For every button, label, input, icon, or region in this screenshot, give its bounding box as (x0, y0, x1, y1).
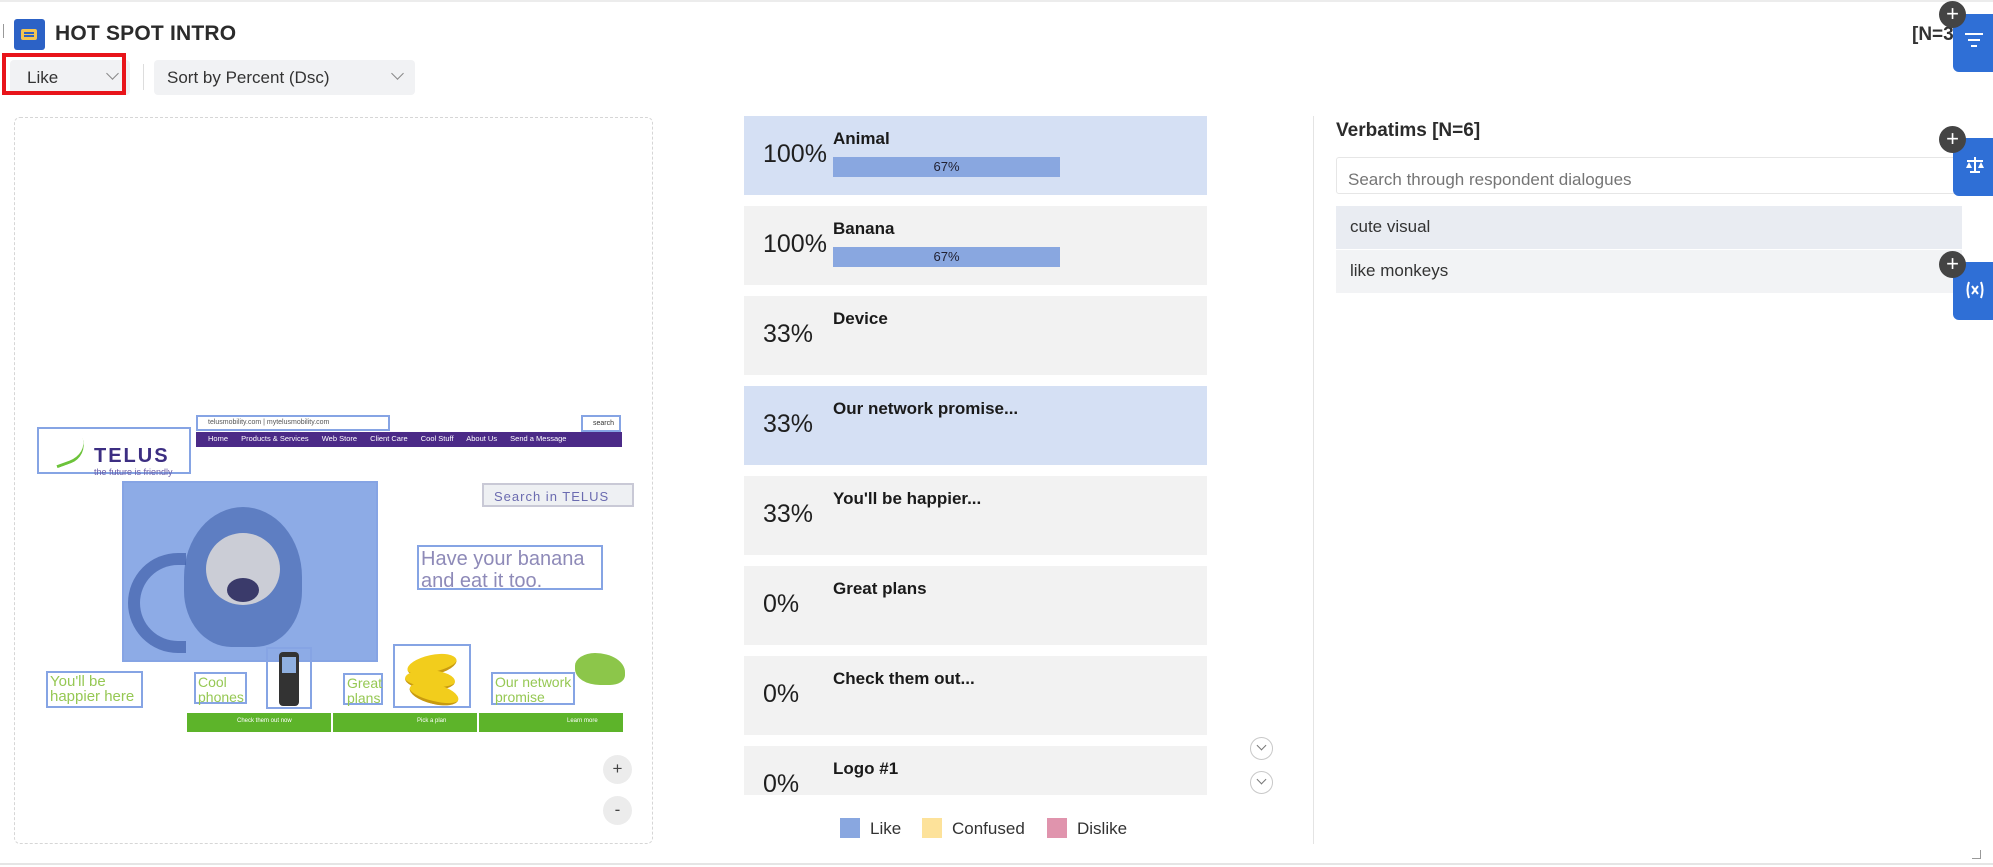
filter-icon (1965, 33, 1983, 47)
hotspot-percent: 33% (763, 320, 814, 348)
hotspot-like-bar: 67% (833, 157, 1060, 177)
legend-item-dislike: Dislike (1047, 818, 1127, 839)
page-title: HOT SPOT INTRO (55, 22, 237, 45)
phone-image (279, 652, 299, 706)
hotspot-app-icon (14, 19, 45, 50)
hotspot-like-bar: 67% (833, 247, 1060, 267)
verbatim-item[interactable]: cute visual (1336, 206, 1962, 249)
hotspot-animal[interactable] (122, 481, 378, 662)
legend-label: Like (870, 819, 902, 838)
green-bar-divider (331, 713, 333, 732)
legend-swatch-dislike (1047, 818, 1067, 838)
hotspot-percent: 0% (763, 590, 800, 618)
stimulus-url-bar: telusmobility.com | mytelusmobility.com (196, 415, 390, 431)
legend-label: Dislike (1077, 819, 1128, 838)
sort-dropdown[interactable]: Sort by Percent (Dsc) (154, 60, 415, 95)
add-filter-button[interactable]: + (1939, 1, 1966, 28)
legend-swatch-like (840, 818, 860, 838)
hotspot-label: Banana (833, 219, 895, 238)
canada-map-image (575, 653, 625, 685)
hotspot-row[interactable]: 100% Banana 67% (744, 206, 1207, 285)
stimulus-nav-item: Client Care (370, 434, 408, 443)
telus-swoosh-logo (50, 437, 90, 469)
scroll-bottom-icon[interactable] (1250, 771, 1273, 794)
stimulus-nav-item: Home (208, 434, 229, 443)
hotspot-label: Animal (833, 129, 890, 148)
add-variable-button[interactable]: + (1939, 251, 1966, 278)
resize-handle-icon[interactable] (1972, 850, 1981, 859)
stimulus-green-button-label: Learn more (567, 718, 598, 724)
chevron-down-icon (391, 67, 404, 80)
hotspot-label: Great plans (833, 579, 927, 598)
stimulus-nav-bar: Home Products & Services Web Store Clien… (196, 432, 622, 447)
hotspot-row[interactable]: 33% Device (744, 296, 1207, 375)
stimulus-nav-item: Send a Message (510, 434, 567, 443)
left-edge-marker (3, 24, 4, 38)
panel-divider (1313, 116, 1314, 844)
hotspot-row[interactable]: 33% You'll be happier... (744, 476, 1207, 555)
zoom-out-button[interactable]: - (603, 796, 632, 825)
bottom-divider (0, 863, 1993, 865)
stimulus-nav-item: Cool Stuff (420, 434, 454, 443)
hotspot-row[interactable]: 0% Logo #1 (744, 746, 1207, 795)
green-bar-divider (477, 713, 479, 732)
balance-scale-icon (1966, 157, 1984, 173)
hotspot-percent: 100% (763, 140, 827, 168)
hotspot-percent: 33% (763, 410, 814, 438)
hotspot-label: Logo #1 (833, 759, 899, 778)
stimulus-green-button-label: Check them out now (237, 718, 292, 724)
stimulus-green-button-label: Pick a plan (417, 718, 447, 724)
scroll-down-icon[interactable] (1250, 737, 1273, 760)
hotspot-network-promise[interactable]: Our network promise (491, 672, 575, 705)
hotspot-label: Device (833, 309, 888, 328)
hotspot-happier[interactable]: You'll be happier here (46, 671, 143, 708)
hotspot-row[interactable]: 0% Check them out... (744, 656, 1207, 735)
stimulus-green-button-bar: Check them out now Pick a plan Learn mor… (187, 713, 623, 732)
hotspot-logo[interactable]: TELUS the future is friendly (37, 427, 191, 477)
telus-tagline: the future is friendly (94, 467, 173, 477)
hotspot-row[interactable]: 0% Great plans (744, 566, 1207, 645)
stimulus-search-button: search (581, 415, 621, 432)
hotspot-row[interactable]: 100% Animal 67% (744, 116, 1207, 195)
hotspot-device[interactable] (266, 647, 312, 709)
hotspot-percent: 33% (763, 500, 814, 528)
legend-label: Confused (952, 819, 1025, 838)
hotspot-cool-phones[interactable]: Cool phones (194, 672, 247, 705)
toolbar-separator (143, 64, 144, 90)
add-compare-button[interactable]: + (1939, 126, 1966, 153)
hotspot-percent: 0% (763, 680, 800, 708)
hotspot-label: Our network promise... (833, 399, 1019, 418)
verbatim-item[interactable]: like monkeys (1336, 250, 1962, 293)
stimulus-webpage-image[interactable]: TELUS the future is friendly telusmobili… (35, 415, 635, 735)
hotspot-great-plans[interactable]: Great plans (343, 673, 383, 706)
hotspot-label: Check them out... (833, 669, 975, 688)
monkey-mouth (227, 578, 259, 602)
telus-logo-text: TELUS (94, 445, 170, 467)
hotspot-percent: 100% (763, 230, 827, 258)
hotspot-label: You'll be happier... (833, 489, 982, 508)
zoom-in-button[interactable]: + (603, 755, 632, 784)
annotation-highlight-box (2, 53, 126, 95)
top-divider (0, 0, 1993, 2)
hotspot-results-list[interactable]: 100% Animal 67% 100% Banana 67% 33% Device 33% Ou… (744, 116, 1207, 795)
legend-swatch-confused (922, 818, 942, 838)
sort-dropdown-value: Sort by Percent (Dsc) (167, 68, 330, 87)
stimulus-image-panel: TELUS the future is friendly telusmobili… (14, 117, 653, 844)
stimulus-search-field: Search in TELUS (482, 483, 634, 507)
hotspot-report-panel: HOT SPOT INTRO [N=3] Like Sort by Percen… (0, 0, 1993, 867)
monkey-tail (128, 553, 186, 653)
legend-item-like: Like (840, 818, 901, 839)
stimulus-nav-item: Products & Services (241, 434, 309, 443)
verbatims-search-input[interactable] (1336, 157, 1962, 194)
legend-item-confused: Confused (922, 818, 1025, 839)
hotspot-headline[interactable]: Have your banana and eat it too. (417, 545, 603, 592)
stimulus-search-text: Search in TELUS (494, 489, 610, 504)
stimulus-nav-item: About Us (466, 434, 498, 443)
hotspot-percent: 0% (763, 770, 800, 795)
verbatims-title: Verbatims [N=6] (1336, 120, 1481, 141)
stimulus-nav-item: Web Store (321, 434, 358, 443)
variable-x-icon (1966, 281, 1984, 299)
hotspot-row[interactable]: 33% Our network promise... (744, 386, 1207, 465)
hotspot-banana[interactable] (393, 644, 471, 710)
